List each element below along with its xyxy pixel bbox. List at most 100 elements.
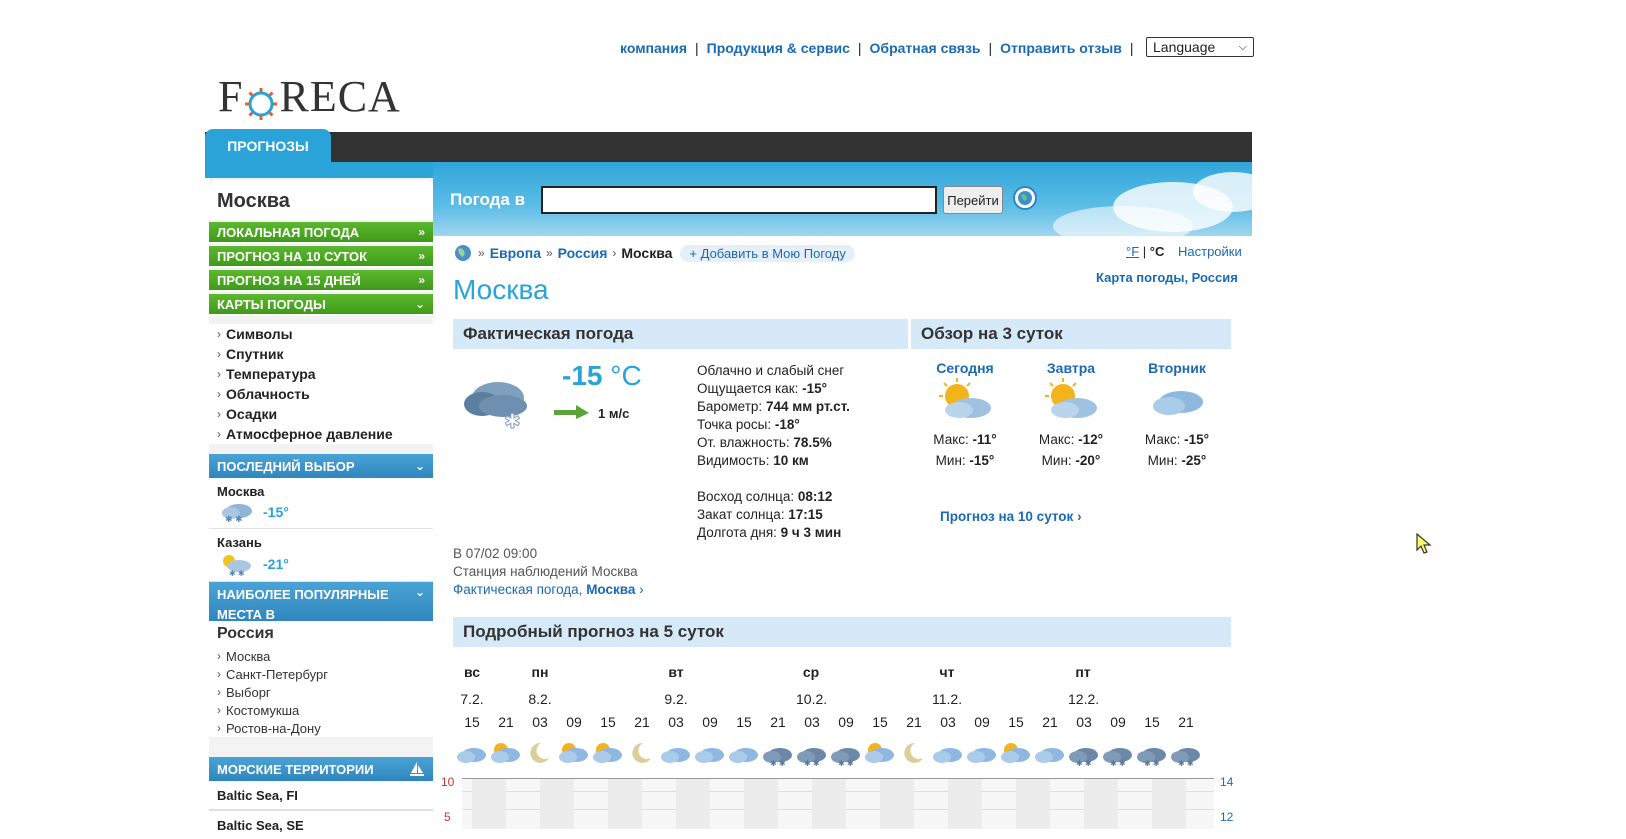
popular-item[interactable]: › Москва	[209, 647, 433, 665]
axis-right-label: 14	[1220, 775, 1234, 789]
link-products[interactable]: Продукция & сервис	[707, 40, 850, 56]
observation-link[interactable]: Фактическая погода, Москва ›	[453, 581, 644, 599]
popular-item[interactable]: › Выборг	[209, 683, 433, 701]
axis-left-label: 5	[444, 810, 451, 824]
recent-item[interactable]: Казань ✱ ✱ -21°	[209, 529, 433, 582]
popular-item[interactable]: › Ростов-на-Дону	[209, 719, 433, 737]
search-go-button[interactable]: Перейти	[943, 186, 1003, 214]
foreca-logo[interactable]: F RECA	[218, 70, 401, 122]
popular-country: Россия	[217, 625, 274, 642]
sidebar-recent-header[interactable]: ПОСЛЕДНИЙ ВЫБОР ⌄	[209, 454, 433, 478]
sun-cloud-icon	[591, 740, 622, 769]
map-item-symbols[interactable]: › Символы	[209, 324, 433, 344]
cloud-icon	[693, 740, 724, 769]
moon-icon	[523, 740, 553, 769]
sun-cloud-snow-icon: ✱ ✱	[223, 555, 251, 576]
sidebar-popular-header[interactable]: НАИБОЛЕЕ ПОПУЛЯРНЫЕ МЕСТА В ⌄	[209, 582, 433, 622]
map-item-precipitation[interactable]: › Осадки	[209, 404, 433, 424]
main-navbar	[205, 132, 1252, 162]
language-select[interactable]: Language ⌵	[1146, 37, 1254, 57]
current-details: Облачно и слабый снег Ощущается как: -15…	[697, 363, 850, 540]
sidebar-item-10-day[interactable]: ПРОГНОЗ НА 10 СУТОК»	[209, 246, 433, 268]
link-send-review[interactable]: Отправить отзыв	[1000, 40, 1122, 56]
popular-item[interactable]: › Костомукша	[209, 701, 433, 719]
forecast-hour: 03	[1076, 714, 1092, 730]
axis-left-label: 10	[441, 775, 455, 789]
forecast-hour: 03	[668, 714, 684, 730]
chevron-right-icon: ›	[217, 327, 221, 341]
svg-text:✱ ✱: ✱ ✱	[838, 759, 854, 766]
chevron-right-icon: ›	[217, 367, 221, 381]
observation-info: В 07/02 09:00 Станция наблюдений Москва …	[453, 545, 644, 599]
chevron-right-icon: ›	[217, 703, 221, 717]
settings-link[interactable]: Настройки	[1178, 244, 1242, 259]
snow-icon: ✱ ✱	[1101, 740, 1132, 769]
sidebar-item-local-weather[interactable]: ЛОКАЛЬНАЯ ПОГОДА»	[209, 222, 433, 244]
chevron-right-icon: ›	[217, 427, 221, 441]
forecast-hour: 09	[1110, 714, 1126, 730]
unit-fahrenheit[interactable]: °F	[1126, 244, 1139, 259]
sidebar-sea-header[interactable]: МОРСКИЕ ТЕРРИТОРИИ	[209, 757, 433, 781]
svg-text:✱ ✱: ✱ ✱	[1178, 759, 1194, 766]
cloud-icon	[931, 740, 962, 769]
10-day-forecast-link[interactable]: Прогноз на 10 суток ›	[940, 509, 1082, 524]
temperature-graph	[462, 778, 1214, 829]
breadcrumb-europe[interactable]: Европа	[490, 245, 541, 261]
forecast-hour: 09	[838, 714, 854, 730]
breadcrumb-russia[interactable]: Россия	[558, 245, 608, 261]
sun-logo-icon	[244, 81, 278, 120]
map-item-satellite[interactable]: › Спутник	[209, 344, 433, 364]
snow-icon: ✱ ✱	[795, 740, 826, 769]
link-company[interactable]: компания	[620, 40, 687, 56]
unit-celsius[interactable]: °C	[1150, 244, 1165, 259]
sidebar-item-15-day[interactable]: ПРОГНОЗ НА 15 ДНЕЙ»	[209, 270, 433, 292]
recent-item[interactable]: Москва ✱ ✱ -15°	[209, 478, 433, 529]
map-item-temperature[interactable]: › Температура	[209, 364, 433, 384]
overview-day: Вторник Макс: -15° Мин: -25°	[1144, 360, 1210, 468]
svg-text:✱ ✱: ✱ ✱	[1110, 759, 1126, 766]
overview-day: Сегодня Макс: -11° Мин: -15°	[933, 360, 997, 468]
forecast-hour: 03	[804, 714, 820, 730]
svg-text:✱ ✱: ✱ ✱	[1076, 759, 1092, 766]
add-to-my-weather-button[interactable]: + Добавить в Мою Погоду	[680, 244, 855, 262]
snow-icon: ✱ ✱	[829, 740, 860, 769]
cloud-snow-icon: ✱ ✱	[222, 504, 252, 523]
link-feedback[interactable]: Обратная связь	[870, 40, 981, 56]
moon-icon	[625, 740, 655, 769]
sun-cloud-icon	[863, 740, 894, 769]
snow-icon: ✱ ✱	[761, 740, 792, 769]
double-chevron-icon: »	[418, 225, 425, 239]
chevron-right-icon: ›	[217, 721, 221, 735]
sun-cloud-icon	[557, 740, 588, 769]
search-input[interactable]	[541, 186, 937, 214]
chevron-right-icon: ›	[217, 685, 221, 699]
tab-forecasts[interactable]: ПРОГНОЗЫ	[205, 129, 331, 162]
search-label: Погода в	[450, 190, 526, 209]
forecast-hour: 15	[1144, 714, 1160, 730]
sidebar-item-weather-maps[interactable]: КАРТЫ ПОГОДЫ ⌄	[209, 294, 433, 316]
cloud-icon	[659, 740, 690, 769]
popular-item[interactable]: › Санкт-Петербург	[209, 665, 433, 683]
snow-icon: ✱ ✱	[1067, 740, 1098, 769]
chevron-down-icon: ⌄	[414, 585, 425, 599]
double-chevron-icon: »	[418, 249, 425, 263]
forecast-hour: 15	[872, 714, 888, 730]
sailboat-icon	[410, 762, 424, 776]
top-links: компания | Продукция & сервис | Обратная с…	[620, 40, 1134, 56]
breadcrumb-current: Москва	[621, 245, 673, 261]
weather-map-link[interactable]: Карта погоды, Россия	[1096, 270, 1238, 285]
globe-icon[interactable]	[1013, 186, 1037, 210]
chevron-down-icon: ⌄	[414, 297, 425, 311]
overview-header: Обзор на 3 суток	[911, 319, 1231, 349]
breadcrumb: » Европа » Россия › Москва + Добавить в …	[453, 242, 855, 264]
chevron-right-icon: ›	[217, 387, 221, 401]
cloud-snow-icon: ✱	[464, 382, 527, 432]
map-item-pressure[interactable]: › Атмосферное давление	[209, 424, 433, 444]
forecast-hour: 09	[702, 714, 718, 730]
forecast-hour: 15	[600, 714, 616, 730]
map-item-clouds[interactable]: › Облачность	[209, 384, 433, 404]
cloud-icon	[727, 740, 758, 769]
sea-item[interactable]: Baltic Sea, FI	[209, 781, 433, 811]
sea-item[interactable]: Baltic Sea, SE	[209, 811, 433, 839]
wind-arrow-icon	[554, 405, 589, 419]
